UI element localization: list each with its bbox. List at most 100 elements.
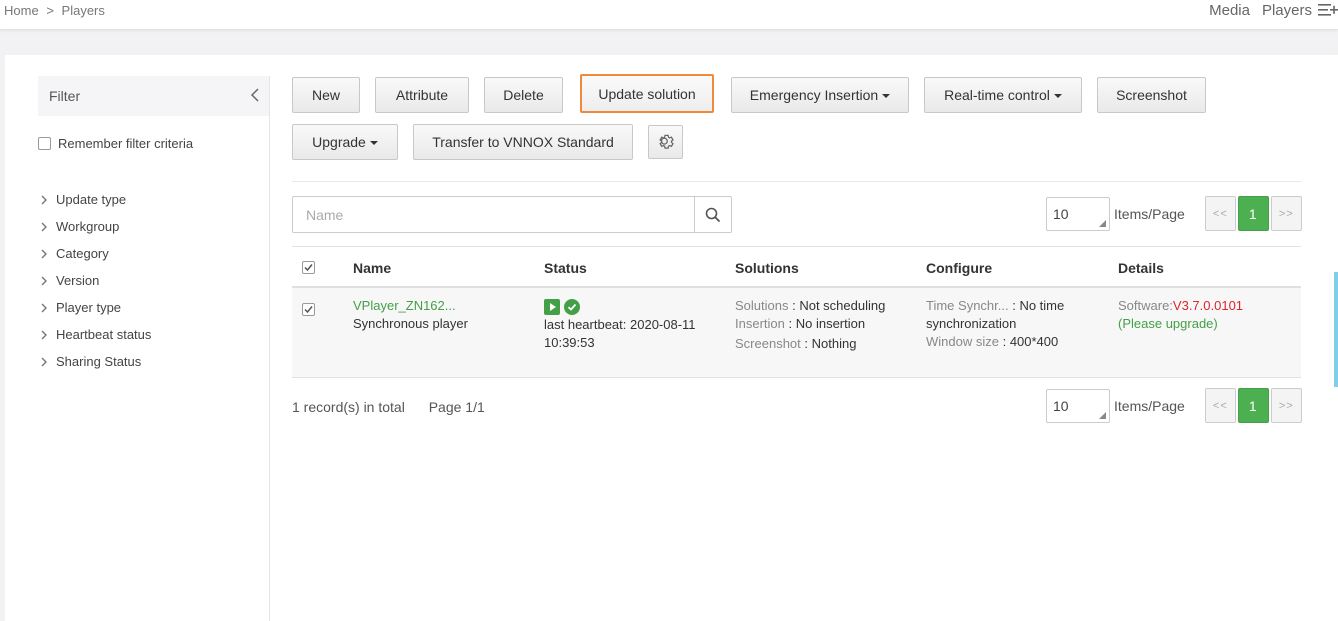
check-icon bbox=[304, 264, 313, 272]
resize-corner-icon bbox=[1099, 411, 1106, 419]
prev-page-button[interactable]: << bbox=[1204, 196, 1236, 231]
solutions-cell: Solutions : Not scheduling Insertion : N… bbox=[735, 298, 886, 351]
search-box bbox=[292, 196, 732, 233]
software-label: Software: bbox=[1118, 298, 1173, 313]
col-details-header[interactable]: Details bbox=[1118, 260, 1164, 276]
status-cell: last heartbeat: 2020-08-11 10:39:53 bbox=[544, 299, 724, 352]
caret-down-icon bbox=[882, 94, 891, 98]
nav-media[interactable]: Media bbox=[1209, 2, 1250, 19]
filter-item-version[interactable]: Version bbox=[38, 267, 151, 294]
remember-filter-checkbox[interactable]: Remember filter criteria bbox=[38, 136, 193, 151]
page-size-value: 10 bbox=[1053, 205, 1069, 222]
emergency-insertion-label: Emergency Insertion bbox=[749, 87, 879, 103]
chevron-right-icon bbox=[41, 249, 47, 258]
next-page-button[interactable]: >> bbox=[1270, 196, 1302, 231]
online-check-icon bbox=[564, 299, 580, 315]
chevron-right-icon bbox=[41, 222, 47, 231]
filter-item-player-type[interactable]: Player type bbox=[38, 294, 151, 321]
filter-item-workgroup[interactable]: Workgroup bbox=[38, 213, 151, 240]
filter-item-label: Heartbeat status bbox=[56, 327, 152, 342]
search-icon bbox=[705, 207, 721, 222]
delete-button[interactable]: Delete bbox=[484, 77, 563, 113]
top-nav: Media Players bbox=[1209, 1, 1338, 19]
new-button[interactable]: New bbox=[292, 77, 360, 113]
page-1-button[interactable]: 1 bbox=[1237, 196, 1269, 231]
filter-item-update-type[interactable]: Update type bbox=[38, 186, 151, 213]
page-size-select[interactable]: 10 bbox=[1046, 388, 1110, 423]
remember-filter-label: Remember filter criteria bbox=[58, 136, 194, 151]
resize-corner-icon bbox=[1099, 219, 1106, 227]
play-status-icon bbox=[544, 299, 560, 315]
attribute-button[interactable]: Attribute bbox=[375, 77, 469, 113]
software-version: V3.7.0.0101 bbox=[1172, 298, 1244, 313]
filter-item-label: Update type bbox=[56, 192, 127, 207]
status-icons bbox=[544, 299, 724, 315]
col-name-header[interactable]: Name bbox=[353, 260, 391, 276]
next-page-button[interactable]: >> bbox=[1270, 388, 1302, 423]
table-row[interactable]: VPlayer_ZN162... Synchronous player last… bbox=[292, 288, 1301, 378]
search-button[interactable] bbox=[694, 197, 731, 232]
page-size-value: 10 bbox=[1053, 397, 1069, 414]
insertion-label: Insertion bbox=[735, 316, 785, 331]
settings-button[interactable] bbox=[648, 125, 683, 159]
breadcrumb-separator: > bbox=[46, 3, 54, 18]
last-heartbeat: last heartbeat: 2020-08-11 10:39:53 bbox=[544, 317, 696, 350]
screenshot-value: Nothing bbox=[811, 336, 857, 351]
check-icon bbox=[304, 306, 313, 314]
upgrade-label: Upgrade bbox=[312, 134, 366, 150]
scrollbar-accent[interactable] bbox=[1334, 272, 1338, 387]
page-size-select[interactable]: 10 bbox=[1046, 196, 1110, 231]
realtime-control-dropdown[interactable]: Real-time control bbox=[924, 77, 1082, 113]
filter-item-label: Sharing Status bbox=[56, 354, 142, 369]
chevron-left-icon[interactable] bbox=[249, 86, 261, 104]
prev-page-button[interactable]: << bbox=[1204, 388, 1236, 423]
checkbox-icon[interactable] bbox=[38, 137, 51, 150]
gear-icon bbox=[658, 134, 674, 149]
filter-title: Filter bbox=[49, 88, 81, 104]
upgrade-dropdown[interactable]: Upgrade bbox=[292, 124, 398, 160]
time-sync-label: Time Synchr... bbox=[926, 298, 1009, 313]
filter-item-heartbeat-status[interactable]: Heartbeat status bbox=[38, 321, 151, 348]
chevron-right-icon bbox=[41, 357, 47, 366]
menu-add-icon[interactable] bbox=[1318, 1, 1338, 19]
pagination-top: 10 Items/Page << 1 >> bbox=[1046, 196, 1302, 231]
player-type: Synchronous player bbox=[353, 316, 468, 331]
please-upgrade-link[interactable]: (Please upgrade) bbox=[1118, 315, 1298, 333]
breadcrumb-home[interactable]: Home bbox=[4, 3, 39, 18]
filter-item-label: Player type bbox=[56, 300, 122, 315]
caret-down-icon bbox=[369, 141, 378, 145]
solutions-value: Not scheduling bbox=[799, 298, 886, 313]
insertion-value: No insertion bbox=[795, 316, 866, 331]
col-solutions-header[interactable]: Solutions bbox=[735, 260, 799, 276]
chevron-right-icon bbox=[41, 195, 47, 204]
top-bar: Home > Players Media Players bbox=[0, 0, 1338, 30]
items-per-page-label: Items/Page bbox=[1114, 205, 1185, 222]
col-status-header[interactable]: Status bbox=[544, 260, 587, 276]
page-indicator: Page 1/1 bbox=[428, 399, 485, 415]
transfer-vnnox-button[interactable]: Transfer to VNNOX Standard bbox=[413, 124, 633, 160]
main-panel: Filter Remember filter criteria Update t… bbox=[5, 55, 1338, 621]
filter-item-category[interactable]: Category bbox=[38, 240, 151, 267]
total-records: 1 record(s) in total bbox=[292, 399, 405, 415]
col-configure-header[interactable]: Configure bbox=[926, 260, 992, 276]
realtime-control-label: Real-time control bbox=[944, 87, 1050, 103]
update-solution-button[interactable]: Update solution bbox=[580, 74, 714, 113]
name-cell: VPlayer_ZN162... Synchronous player bbox=[353, 297, 533, 333]
select-all-checkbox[interactable] bbox=[302, 261, 315, 274]
toolbar-divider bbox=[292, 181, 1301, 182]
nav-players[interactable]: Players bbox=[1262, 2, 1312, 19]
pagination-bottom: 10 Items/Page << 1 >> bbox=[1046, 388, 1302, 423]
screenshot-button[interactable]: Screenshot bbox=[1097, 77, 1206, 113]
search-input[interactable] bbox=[293, 197, 695, 232]
emergency-insertion-dropdown[interactable]: Emergency Insertion bbox=[731, 77, 909, 113]
filter-item-sharing-status[interactable]: Sharing Status bbox=[38, 348, 151, 375]
row-checkbox[interactable] bbox=[302, 303, 315, 316]
configure-cell: Time Synchr... : No time synchronization… bbox=[926, 298, 1065, 349]
caret-down-icon bbox=[1053, 94, 1062, 98]
filter-header: Filter bbox=[38, 76, 269, 116]
player-name-link[interactable]: VPlayer_ZN162... bbox=[353, 297, 533, 315]
details-cell: Software:V3.7.0.0101 (Please upgrade) bbox=[1118, 297, 1298, 333]
solutions-label: Solutions bbox=[735, 298, 789, 313]
page-1-button[interactable]: 1 bbox=[1237, 388, 1269, 423]
breadcrumb: Home > Players bbox=[4, 3, 109, 18]
